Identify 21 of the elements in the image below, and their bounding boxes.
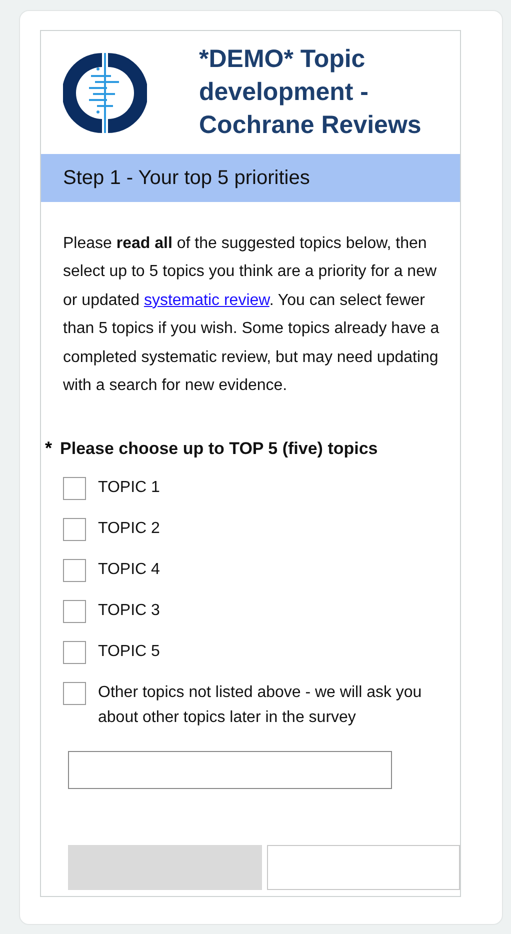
option-label: TOPIC 3 xyxy=(98,601,161,622)
option-label: TOPIC 1 xyxy=(98,478,161,498)
checkbox[interactable] xyxy=(63,600,86,624)
option-label: TOPIC 5 xyxy=(98,642,161,662)
logo-icon xyxy=(63,50,147,134)
question-label: Please choose up to TOP 5 (five) topics xyxy=(60,439,378,460)
other-topic-field[interactable] xyxy=(68,751,392,790)
checkbox[interactable] xyxy=(63,477,86,500)
checkbox[interactable] xyxy=(63,559,86,582)
checkbox[interactable] xyxy=(63,641,86,664)
next-button[interactable] xyxy=(266,845,460,890)
required-mark: * xyxy=(45,438,52,460)
option-label: TOPIC 4 xyxy=(98,560,161,580)
option-label: Other topics not listed above - we will ask you about other topics later in the survey xyxy=(98,683,423,728)
checkbox[interactable] xyxy=(63,518,86,542)
systematic-review-link[interactable]: systematic review xyxy=(144,292,270,309)
step-heading: Step 1 - Your top 5 priorities xyxy=(41,154,460,202)
intro-paragraph: Please read all of the suggested topics below, then select up to 5 topics you think are a priority for a new or updated systematic review. You can select fewer than 5 topics if you wish. Some topics already have a completed systematic review, but may need updating with a search for new evidence. xyxy=(63,234,440,396)
checkbox[interactable] xyxy=(63,682,86,706)
option-label: TOPIC 2 xyxy=(98,519,161,540)
survey-title: *DEMO* Topic development - Cochrane Reviews xyxy=(199,44,422,141)
